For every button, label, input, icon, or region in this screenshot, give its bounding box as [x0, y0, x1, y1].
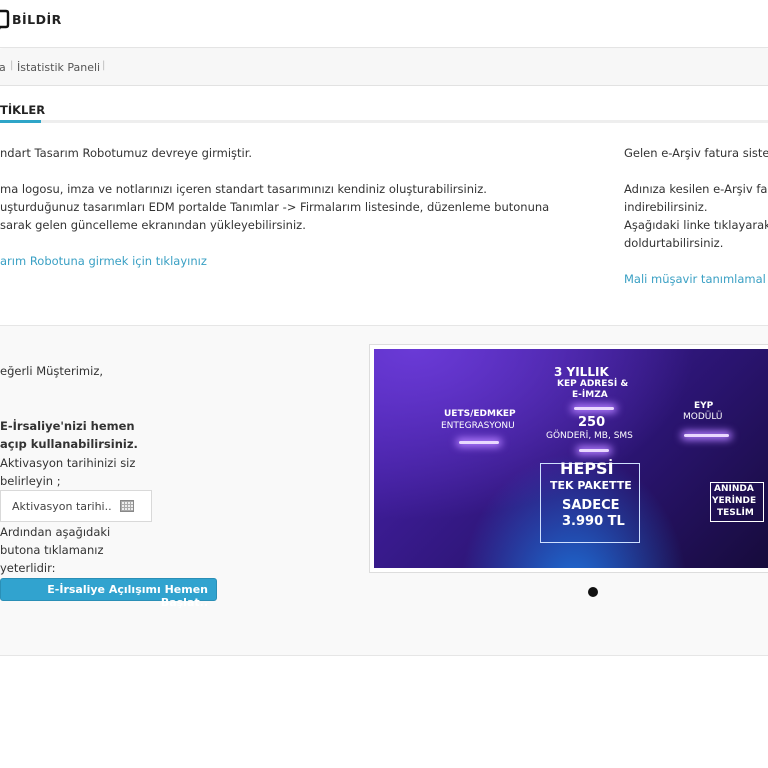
banner-text: 3.990 TL: [562, 514, 625, 529]
banner-text: SADECE: [562, 498, 620, 513]
logo-icon: [0, 9, 10, 30]
notice-text: ma logosu, imza ve notlarınızı içeren st…: [0, 182, 487, 196]
instruction-text: belirleyin ;: [0, 474, 61, 488]
design-robot-link[interactable]: arım Robotuna girmek için tıklayınız: [0, 252, 549, 270]
headline: E-İrsaliye'nizi hemen: [0, 419, 135, 433]
instruction-text: butona tıklamanız: [0, 543, 104, 557]
banner-text: YERİNDE: [712, 496, 757, 506]
notice-text: sarak gelen güncelleme ekranından yükley…: [0, 218, 306, 232]
accountant-link[interactable]: Mali müşavir tanımlamal: [624, 270, 768, 288]
banner-text: 3 YILLIK: [554, 365, 609, 379]
notice-right: Gelen e-Arşiv fatura siste Adınıza kesil…: [624, 144, 768, 288]
notice-left: ndart Tasarım Robotumuz devreye girmişti…: [0, 144, 549, 270]
tab-divider: [0, 120, 768, 123]
instruction-text: Ardından aşağıdaki: [0, 525, 111, 539]
banner-text: KEP ADRESİ &: [557, 379, 629, 389]
banner-text: ANINDA: [714, 484, 754, 494]
instruction-text: Aktivasyon tarihinizi siz: [0, 456, 136, 470]
breadcrumb: a | İstatistik Paneli |: [0, 49, 768, 86]
banner-text: 250: [578, 415, 606, 430]
start-eirsaliye-button[interactable]: E-İrsaliye Açılışımı Hemen Başlat..: [0, 578, 217, 609]
banner-text: ENTEGRASYONU: [441, 421, 515, 431]
banner-text: EYP: [694, 401, 714, 411]
breadcrumb-separator: |: [10, 60, 14, 71]
headline: açıp kullanabilirsiniz.: [0, 437, 138, 451]
calendar-icon[interactable]: [120, 500, 134, 512]
notice-text: Aşağıdaki linke tıklayarak: [624, 218, 768, 232]
notice-text: uşturduğunuz tasarımları EDM portalde Ta…: [0, 200, 550, 214]
tab-statistics[interactable]: TİKLER: [0, 103, 45, 117]
banner-text: MODÜLÜ: [683, 412, 723, 422]
date-placeholder: Aktivasyon tarihi..: [12, 500, 112, 513]
header: BİLDİR: [0, 0, 768, 48]
notice-text: Gelen e-Arşiv fatura siste: [624, 146, 768, 160]
notice-text: doldurtabilirsiniz.: [624, 236, 724, 250]
banner-text: E-İMZA: [572, 390, 608, 400]
banner-text: UETS/EDMKEP: [444, 409, 516, 419]
breadcrumb-separator: |: [102, 60, 106, 71]
banner-text: TEK PAKETTE: [550, 479, 632, 492]
notice-text: ndart Tasarım Robotumuz devreye girmişti…: [0, 146, 253, 160]
instruction-text: yeterlidir:: [0, 561, 56, 575]
banner-text: GÖNDERİ, MB, SMS: [546, 431, 633, 441]
carousel-dot[interactable]: [588, 587, 598, 597]
notice-text: Adınıza kesilen e-Arşiv fa: [624, 182, 768, 196]
tab-active-indicator: [0, 120, 41, 123]
breadcrumb-item[interactable]: İstatistik Paneli: [17, 61, 100, 74]
banner-text: HEPSİ: [560, 459, 614, 478]
breadcrumb-item[interactable]: a: [0, 61, 6, 74]
promo-banner[interactable]: 3 YILLIK KEP ADRESİ & E-İMZA UETS/EDMKEP…: [369, 344, 768, 573]
greeting: eğerli Müşterimiz,: [0, 364, 104, 378]
promo-image: 3 YILLIK KEP ADRESİ & E-İMZA UETS/EDMKEP…: [374, 349, 768, 568]
banner-text: TESLİM: [717, 508, 754, 518]
notice-text: indirebilirsiniz.: [624, 200, 708, 214]
logo-text: BİLDİR: [12, 12, 62, 27]
activation-date-input[interactable]: Aktivasyon tarihi..: [0, 490, 152, 522]
